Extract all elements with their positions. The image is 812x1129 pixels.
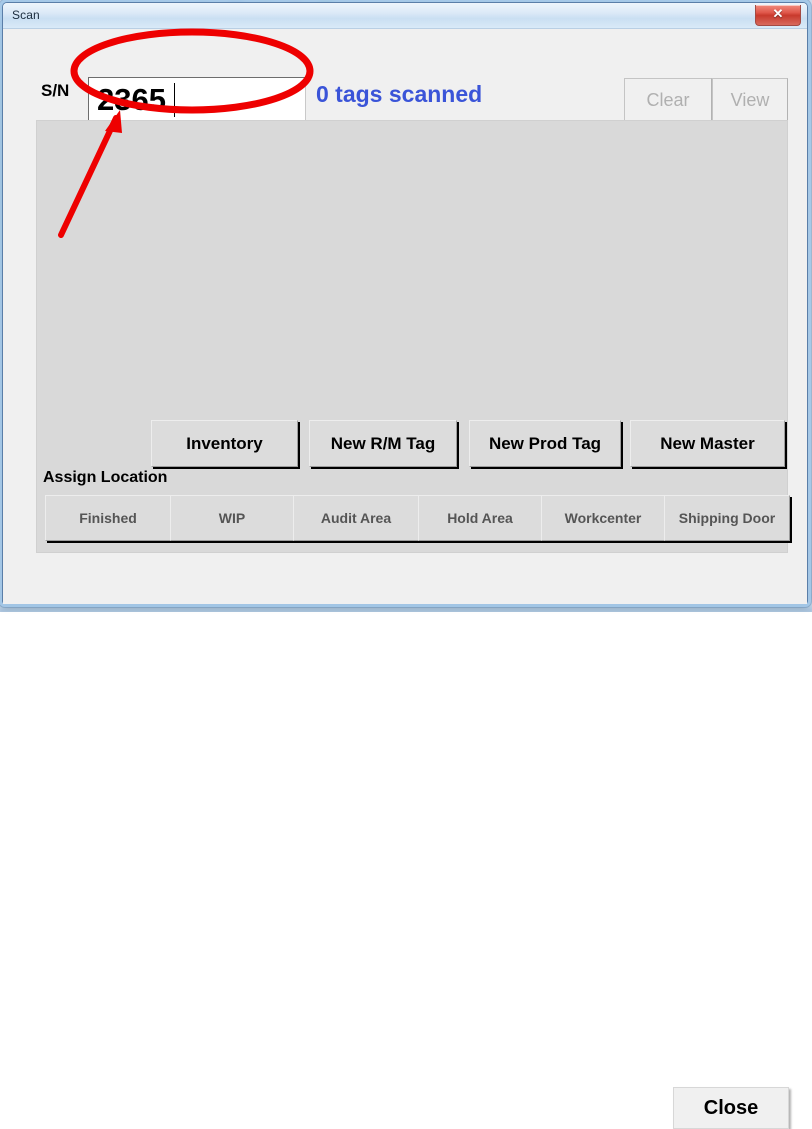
window-close-button[interactable]: ✕: [755, 5, 801, 26]
dialog-client-area: S/N 0 tags scanned Clear View Inventory …: [3, 29, 807, 1129]
tags-scanned-status: 0 tags scanned: [316, 81, 483, 107]
clear-button[interactable]: Clear: [624, 78, 712, 123]
serial-number-label: S/N: [41, 81, 70, 100]
new-prod-tag-button[interactable]: New Prod Tag: [469, 420, 621, 467]
new-rm-tag-button[interactable]: New R/M Tag: [309, 420, 457, 467]
location-audit-area-button[interactable]: Audit Area: [293, 495, 419, 541]
location-hold-area-button[interactable]: Hold Area: [418, 495, 542, 541]
location-wip-button[interactable]: WIP: [170, 495, 294, 541]
new-master-button[interactable]: New Master: [630, 420, 785, 467]
scan-dialog-window: Scan ✕ S/N 0 tags scanned Clear View Inv…: [2, 2, 808, 1129]
assign-location-label: Assign Location: [43, 469, 168, 486]
window-title: Scan: [12, 8, 40, 22]
close-button[interactable]: Close: [673, 1087, 789, 1129]
serial-number-input[interactable]: [88, 77, 306, 122]
inventory-button[interactable]: Inventory: [151, 420, 298, 467]
close-icon: ✕: [772, 6, 784, 21]
location-workcenter-button[interactable]: Workcenter: [541, 495, 665, 541]
text-caret: [174, 83, 175, 117]
location-shipping-door-button[interactable]: Shipping Door: [664, 495, 790, 541]
scanned-tags-list[interactable]: [36, 120, 788, 553]
title-bar[interactable]: Scan ✕: [3, 3, 807, 29]
location-finished-button[interactable]: Finished: [45, 495, 171, 541]
view-button[interactable]: View: [712, 78, 788, 123]
dialog-footer: Close: [3, 553, 807, 1129]
